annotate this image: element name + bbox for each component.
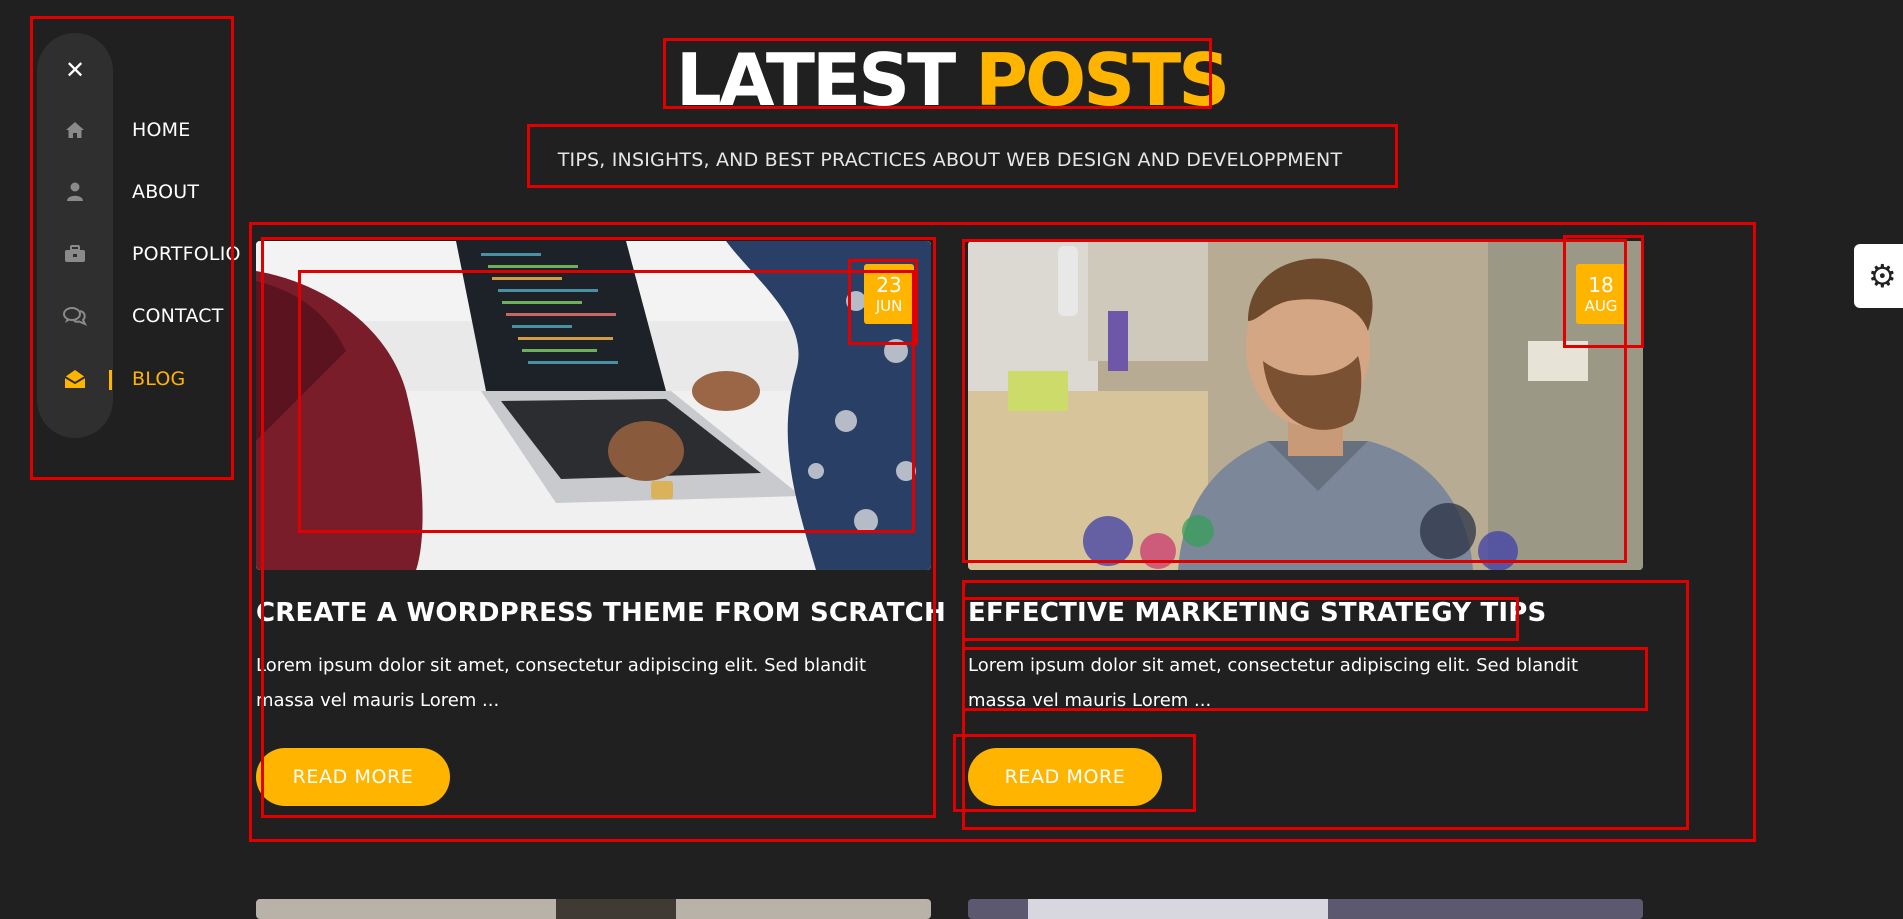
post-excerpt: Lorem ipsum dolor sit amet, consectetur … bbox=[968, 655, 1579, 711]
subtitle-row: TIPS, INSIGHTS, AND BEST PRACTICES ABOUT… bbox=[535, 143, 1365, 177]
page-title: LATEST POSTS bbox=[0, 37, 1903, 123]
nav-item-about[interactable]: ABOUT bbox=[58, 174, 238, 210]
post-image-next[interactable] bbox=[968, 899, 1643, 919]
post-day: 23 bbox=[876, 273, 902, 297]
nav-label-portfolio: PORTFOLIO bbox=[132, 243, 241, 265]
post-title[interactable]: EFFECTIVE MARKETING STRATEGY TIPS bbox=[968, 598, 1546, 628]
read-more-button[interactable]: READ MORE bbox=[968, 748, 1162, 806]
nav-item-portfolio[interactable]: PORTFOLIO bbox=[58, 236, 241, 272]
nav-item-contact[interactable]: CONTACT bbox=[58, 298, 238, 334]
post-date-badge: 23 JUN bbox=[864, 264, 914, 324]
user-icon bbox=[58, 174, 92, 210]
nav-label-about: ABOUT bbox=[132, 181, 200, 203]
post-excerpt: Lorem ipsum dolor sit amet, consectetur … bbox=[256, 655, 867, 711]
post-image-laptop[interactable] bbox=[256, 241, 931, 570]
post-month: AUG bbox=[1584, 297, 1618, 315]
post-month: JUN bbox=[875, 297, 903, 315]
chat-icon bbox=[58, 298, 92, 334]
read-more-button[interactable]: READ MORE bbox=[256, 748, 450, 806]
gear-icon: ⚙ bbox=[1868, 257, 1897, 295]
post-date-badge: 18 AUG bbox=[1576, 264, 1626, 324]
briefcase-icon bbox=[58, 236, 92, 272]
nav-label-blog: BLOG bbox=[132, 368, 186, 390]
title-part-1: LATEST bbox=[675, 38, 956, 122]
post-day: 18 bbox=[1588, 273, 1614, 297]
active-indicator bbox=[109, 370, 112, 390]
nav-item-blog[interactable]: BLOG bbox=[58, 361, 238, 397]
settings-toggle[interactable]: ⚙ bbox=[1854, 244, 1903, 308]
nav-label-contact: CONTACT bbox=[132, 305, 224, 327]
envelope-open-icon bbox=[58, 361, 92, 397]
page-subtitle: TIPS, INSIGHTS, AND BEST PRACTICES ABOUT… bbox=[557, 149, 1343, 171]
post-image-man[interactable] bbox=[968, 241, 1643, 570]
post-title[interactable]: CREATE A WORDPRESS THEME FROM SCRATCH bbox=[256, 598, 946, 628]
title-part-2: POSTS bbox=[975, 38, 1230, 122]
post-image-next[interactable] bbox=[256, 899, 931, 919]
